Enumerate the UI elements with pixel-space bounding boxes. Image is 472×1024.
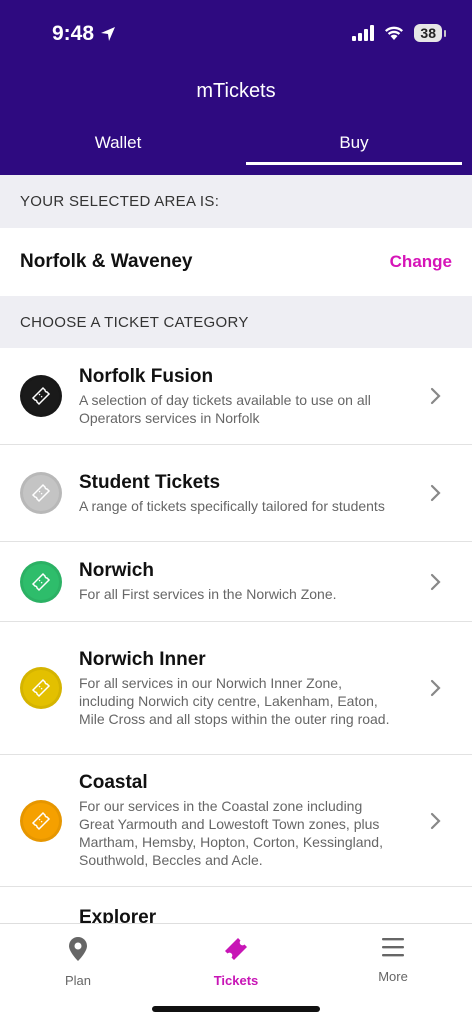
change-area-button[interactable]: Change: [390, 252, 452, 272]
home-indicator: [152, 1006, 320, 1012]
app-title: mTickets: [196, 80, 276, 102]
ticket-icon: [20, 472, 62, 514]
category-description: For our services in the Coastal zone inc…: [79, 798, 383, 868]
selected-area-heading: YOUR SELECTED AREA IS:: [0, 175, 472, 228]
category-item-norfolk-fusion[interactable]: Norfolk Fusion A selection of day ticket…: [0, 348, 472, 445]
location-pin-icon: [69, 937, 87, 961]
status-indicators: 38: [352, 24, 446, 42]
ticket-icon: [20, 560, 62, 603]
battery-indicator: 38: [414, 24, 446, 42]
tab-label: Plan: [64, 973, 92, 988]
chevron-right-icon: [430, 484, 441, 502]
category-title: Norwich Inner: [79, 648, 206, 670]
tab-buy[interactable]: Buy: [236, 128, 472, 175]
category-item-norwich-inner[interactable]: Norwich Inner For all services in our No…: [0, 622, 472, 755]
category-item-norwich[interactable]: Norwich For all First services in the No…: [0, 542, 472, 622]
category-title: Norwich: [79, 560, 154, 581]
ticket-icon: [20, 799, 62, 842]
location-arrow-icon: [101, 27, 116, 41]
selected-area-row: Norfolk & Waveney Change: [0, 228, 472, 296]
menu-icon: [382, 938, 404, 957]
ticket-icon: [20, 375, 62, 417]
category-item-coastal[interactable]: Coastal For our services in the Coastal …: [0, 755, 472, 887]
tab-plan[interactable]: Plan: [28, 936, 128, 988]
chevron-right-icon: [430, 679, 441, 697]
category-title: Coastal: [79, 772, 148, 793]
tab-wallet[interactable]: Wallet: [0, 128, 236, 175]
ticket-icon: [20, 667, 62, 709]
top-tabs: Wallet Buy: [0, 128, 472, 175]
category-title: Student Tickets: [79, 471, 221, 493]
tab-label: Tickets: [213, 973, 259, 988]
wifi-icon: [385, 26, 404, 40]
tab-more[interactable]: More: [343, 936, 443, 984]
chevron-right-icon: [430, 812, 441, 829]
chevron-right-icon: [430, 573, 441, 590]
status-time-text: 9:48: [52, 22, 95, 45]
ticket-category-heading: CHOOSE A TICKET CATEGORY: [0, 296, 472, 348]
category-title: Norfolk Fusion: [79, 365, 214, 387]
cellular-signal-icon: [352, 25, 375, 41]
category-description: For all services in our Norwich Inner Zo…: [79, 674, 390, 727]
category-list: Norfolk Fusion A selection of day ticket…: [0, 348, 472, 967]
category-description: A selection of day tickets available to …: [79, 391, 371, 426]
chevron-right-icon: [430, 387, 441, 405]
category-description: A range of tickets specifically tailored…: [79, 497, 385, 514]
area-name: Norfolk & Waveney: [20, 251, 193, 272]
category-description: For all First services in the Norwich Zo…: [79, 586, 337, 602]
tab-label: More: [378, 969, 408, 984]
tab-tickets[interactable]: Tickets: [186, 936, 286, 988]
app-header: 9:48 38 mTickets Wallet Buy: [0, 0, 472, 175]
ticket-icon: [225, 938, 247, 960]
status-time: 9:48: [52, 22, 116, 46]
category-item-student-tickets[interactable]: Student Tickets A range of tickets speci…: [0, 445, 472, 542]
